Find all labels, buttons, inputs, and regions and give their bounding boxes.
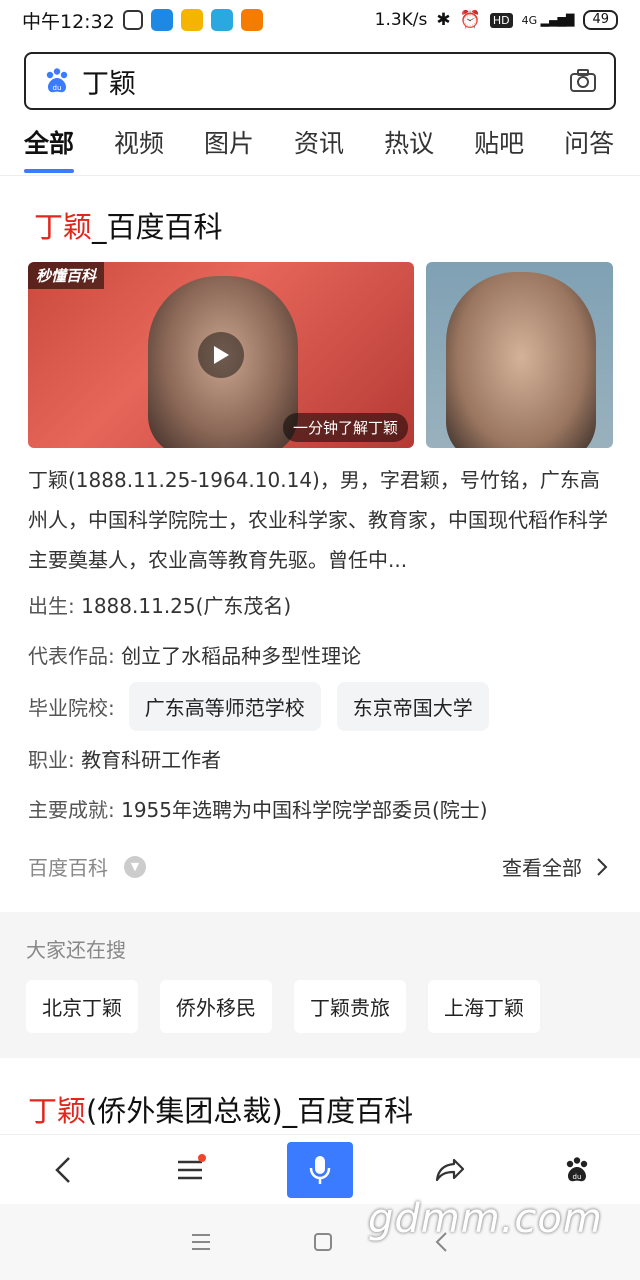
alarm-icon: ⏰	[459, 10, 481, 30]
microphone-icon	[309, 1155, 331, 1184]
related-heading: 大家还在搜	[26, 938, 126, 962]
title-rest: _百度百科	[92, 210, 223, 244]
home-icon[interactable]	[312, 1231, 334, 1253]
search-box[interactable]: du 丁颖	[24, 52, 616, 110]
tab-all[interactable]: 全部	[24, 124, 75, 174]
job-label: 职业:	[28, 748, 75, 772]
back-icon	[55, 1156, 71, 1183]
back-button[interactable]	[33, 1142, 93, 1198]
school-chip[interactable]: 广东高等师范学校	[128, 682, 321, 731]
baidu-paw-icon: du	[566, 1156, 587, 1181]
works-value: 创立了水稻品种多型性理论	[121, 644, 362, 668]
portrait-figure	[446, 272, 596, 448]
related-chip[interactable]: 上海丁颖	[428, 980, 540, 1033]
related-chip[interactable]: 侨外移民	[160, 980, 272, 1033]
related-searches: 大家还在搜 北京丁颖 侨外移民 丁颖贵旅 上海丁颖	[0, 912, 640, 1058]
share-icon	[435, 1158, 464, 1181]
achievement-value: 1955年选聘为中国科学院学部委员(院士)	[121, 798, 488, 822]
school-chip[interactable]: 东京帝国大学	[336, 682, 489, 731]
tab-news[interactable]: 资讯	[294, 124, 344, 174]
title-highlight: 丁颖	[28, 1094, 87, 1128]
result-title[interactable]: 丁颖(侨外集团总裁)_百度百科	[28, 1088, 413, 1130]
game-app-icon	[180, 9, 203, 31]
achievement-label: 主要成就:	[28, 798, 115, 822]
related-chip[interactable]: 北京丁颖	[26, 980, 138, 1033]
svg-text:du: du	[53, 84, 62, 92]
share-button[interactable]	[420, 1142, 480, 1198]
tab-qa[interactable]: 问答	[564, 124, 614, 174]
baidu-app-icon	[122, 10, 143, 30]
baike-result-card: 丁颖_百度百科 秒懂百科 一分钟了解丁颖 丁颖(1888.11.25-1964.…	[0, 176, 640, 912]
info-achievement: 主要成就: 1955年选聘为中国科学院学部委员(院士)	[28, 794, 488, 823]
info-school: 毕业院校: 广东高等师范学校 东京帝国大学	[28, 682, 489, 731]
baidu-home-button[interactable]: du	[547, 1142, 607, 1198]
status-time: 中午12:32	[22, 10, 115, 33]
born-label: 出生:	[28, 594, 75, 618]
source-name: 百度百科	[28, 856, 108, 880]
view-all-label: 查看全部	[502, 856, 582, 880]
source-label[interactable]: 百度百科 ▼	[28, 852, 146, 881]
status-bar: 中午12:32 1.3K/s ✱ ⏰ HD 4G ▂▄▆█ 49	[0, 0, 640, 40]
news-app-icon	[150, 9, 173, 31]
result-title[interactable]: 丁颖_百度百科	[34, 204, 223, 246]
uc-app-icon	[240, 9, 263, 31]
recent-apps-icon[interactable]	[190, 1232, 212, 1252]
search-tabs: 全部 视频 图片 资讯 热议 贴吧 问答	[0, 124, 640, 176]
video-caption: 一分钟了解丁颖	[282, 413, 408, 442]
title-highlight: 丁颖	[34, 210, 93, 244]
related-chip[interactable]: 丁颖贵旅	[294, 980, 406, 1033]
tab-discussion[interactable]: 热议	[384, 124, 434, 174]
svg-text:du: du	[572, 1173, 581, 1181]
net-speed: 1.3K/s	[374, 10, 428, 30]
hd-icon: HD	[489, 12, 513, 28]
menu-button[interactable]	[160, 1142, 220, 1198]
watermark: gdmm.com	[368, 1196, 603, 1242]
works-label: 代表作品:	[28, 644, 115, 668]
tab-images[interactable]: 图片	[204, 124, 254, 174]
baidu-paw-icon: du	[46, 68, 68, 93]
info-job: 职业: 教育科研工作者	[28, 744, 221, 773]
voice-search-button[interactable]	[286, 1141, 353, 1198]
title-rest: (侨外集团总裁)_百度百科	[86, 1094, 414, 1128]
info-born: 出生: 1888.11.25(广东茂名)	[28, 590, 291, 619]
tab-tieba[interactable]: 贴吧	[474, 124, 524, 174]
job-value: 教育科研工作者	[81, 748, 222, 772]
result-summary: 丁颖(1888.11.25-1964.10.14)，男，字君颖，号竹铭，广东高州…	[28, 468, 608, 572]
portrait-photo[interactable]	[426, 262, 613, 448]
born-value: 1888.11.25(广东茂名)	[81, 594, 292, 618]
signal-icon: 4G ▂▄▆█	[521, 13, 575, 27]
school-label: 毕业院校:	[28, 696, 115, 720]
video-logo: 秒懂百科	[28, 262, 105, 289]
bottom-toolbar: du	[0, 1134, 640, 1204]
info-works: 代表作品: 创立了水稻品种多型性理论	[28, 640, 361, 669]
chat-app-icon	[210, 9, 233, 31]
chevron-down-icon[interactable]: ▼	[124, 855, 146, 878]
search-query[interactable]: 丁颖	[82, 62, 568, 101]
view-all-link[interactable]: 查看全部	[502, 852, 608, 881]
play-icon[interactable]	[198, 332, 244, 378]
video-thumbnail[interactable]: 秒懂百科 一分钟了解丁颖	[28, 262, 414, 448]
bluetooth-icon: ✱	[436, 10, 451, 30]
chevron-right-icon	[597, 857, 608, 876]
tab-video[interactable]: 视频	[114, 124, 164, 174]
notification-dot	[198, 1153, 207, 1162]
battery-icon: 49	[583, 10, 618, 30]
camera-icon[interactable]	[568, 66, 598, 96]
